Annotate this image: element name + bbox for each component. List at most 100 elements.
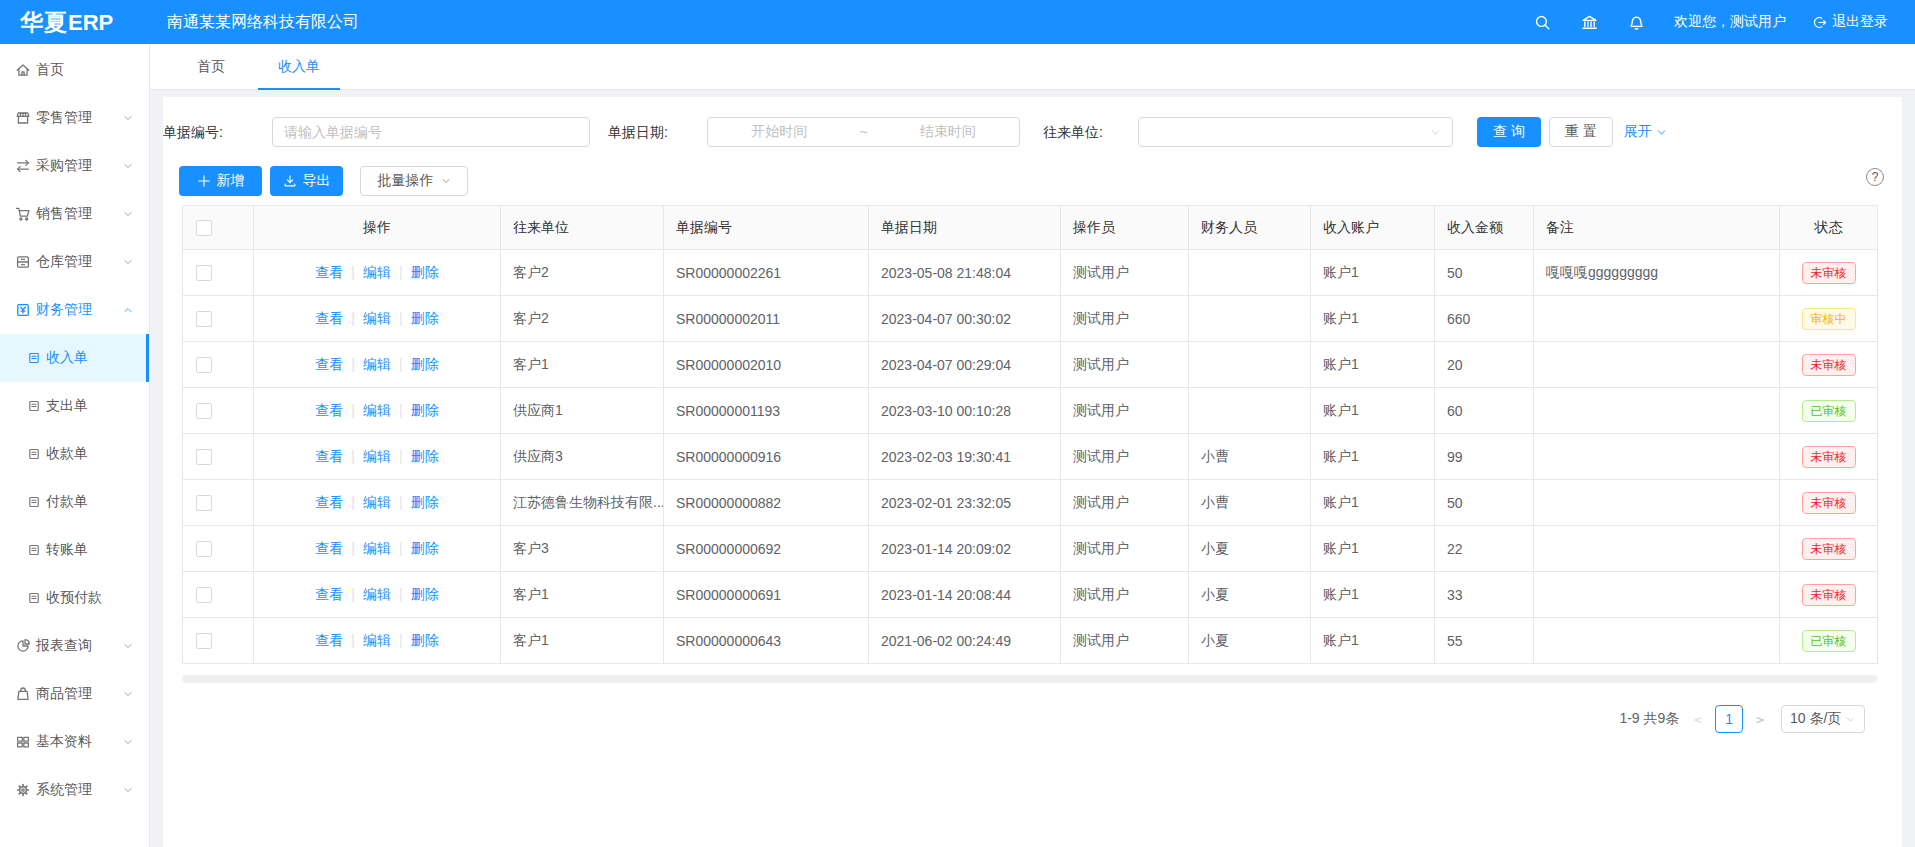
tab-home[interactable]: 首页 (177, 44, 245, 89)
sidebar-item-transfer-bill[interactable]: 转账单 (0, 526, 149, 574)
date-start-placeholder: 开始时间 (708, 123, 851, 141)
row-checkbox[interactable] (196, 265, 212, 281)
tab-income-bill[interactable]: 收入单 (258, 44, 340, 89)
welcome-text: 欢迎您，测试用户 (1674, 13, 1786, 31)
date-range-picker[interactable]: 开始时间 ~ 结束时间 (707, 117, 1020, 147)
edit-link[interactable]: 编辑 (363, 402, 391, 418)
row-checkbox[interactable] (196, 449, 212, 465)
sidebar-item-system[interactable]: 系统管理 (0, 766, 149, 814)
prev-page-button[interactable]: < (1689, 712, 1707, 727)
batch-actions-button[interactable]: 批量操作 (360, 166, 468, 196)
delete-link[interactable]: 删除 (411, 448, 439, 464)
bill-date-label: 单据日期: (608, 117, 668, 147)
bill-number-input[interactable] (272, 117, 590, 147)
chevron-down-icon (123, 641, 133, 651)
delete-link[interactable]: 删除 (411, 540, 439, 556)
horizontal-scrollbar[interactable] (182, 675, 1877, 683)
sidebar-item-sales[interactable]: 销售管理 (0, 190, 149, 238)
action-separator: | (399, 264, 403, 280)
delete-link[interactable]: 删除 (411, 264, 439, 280)
view-link[interactable]: 查看 (315, 356, 343, 372)
edit-link[interactable]: 编辑 (363, 310, 391, 326)
row-checkbox[interactable] (196, 587, 212, 603)
edit-link[interactable]: 编辑 (363, 540, 391, 556)
view-link[interactable]: 查看 (315, 586, 343, 602)
edit-link[interactable]: 编辑 (363, 264, 391, 280)
edit-link[interactable]: 编辑 (363, 586, 391, 602)
next-page-button[interactable]: > (1751, 712, 1769, 727)
operator-cell: 测试用户 (1061, 480, 1189, 526)
table-row: 查看|编辑|删除客户2SR000000022612023-05-08 21:48… (183, 250, 1878, 296)
pagination-total: 1-9 共9条 (1619, 710, 1679, 728)
delete-link[interactable]: 删除 (411, 586, 439, 602)
sidebar-item-retail[interactable]: 零售管理 (0, 94, 149, 142)
unit-select[interactable] (1138, 117, 1453, 147)
select-all-checkbox[interactable] (196, 220, 212, 236)
sidebar-item-receipt-bill[interactable]: 收款单 (0, 430, 149, 478)
edit-link[interactable]: 编辑 (363, 356, 391, 372)
sidebar-item-expense-bill[interactable]: 支出单 (0, 382, 149, 430)
app-logo[interactable]: 华夏 ERP (0, 7, 150, 38)
bill-number-cell: SR00000001193 (664, 388, 869, 434)
view-link[interactable]: 查看 (315, 540, 343, 556)
reset-button[interactable]: 重 置 (1549, 117, 1613, 147)
delete-link[interactable]: 删除 (411, 494, 439, 510)
status-cell: 已审核 (1780, 618, 1878, 664)
bill-date-cell: 2023-02-01 23:32:05 (869, 480, 1061, 526)
view-link[interactable]: 查看 (315, 402, 343, 418)
sidebar-item-finance[interactable]: 财务管理 (0, 286, 149, 334)
view-link[interactable]: 查看 (315, 310, 343, 326)
help-icon[interactable]: ? (1866, 168, 1884, 186)
column-header: 操作员 (1061, 206, 1189, 250)
sidebar-item-label: 系统管理 (36, 781, 92, 799)
sidebar-item-home[interactable]: 首页 (0, 46, 149, 94)
action-separator: | (351, 448, 355, 464)
page-size-select[interactable]: 10 条/页 (1781, 705, 1865, 733)
expand-link[interactable]: 展开 (1624, 117, 1667, 147)
finance-cell: 小曹 (1189, 434, 1311, 480)
logout-button[interactable]: 退出登录 (1812, 13, 1888, 31)
view-link[interactable]: 查看 (315, 494, 343, 510)
row-checkbox[interactable] (196, 357, 212, 373)
delete-link[interactable]: 删除 (411, 310, 439, 326)
bell-icon[interactable] (1628, 14, 1645, 31)
sidebar-item-warehouse[interactable]: 仓库管理 (0, 238, 149, 286)
amount-cell: 55 (1435, 618, 1534, 664)
add-button[interactable]: 新增 (179, 166, 262, 196)
sidebar-item-label: 采购管理 (36, 157, 92, 175)
row-checkbox[interactable] (196, 495, 212, 511)
edit-link[interactable]: 编辑 (363, 632, 391, 648)
export-button[interactable]: 导出 (270, 166, 343, 196)
remark-cell (1534, 296, 1780, 342)
edit-link[interactable]: 编辑 (363, 494, 391, 510)
chevron-down-icon (123, 161, 133, 171)
row-checkbox[interactable] (196, 541, 212, 557)
sidebar-item-purchase[interactable]: 采购管理 (0, 142, 149, 190)
sidebar-item-income-bill[interactable]: 收入单 (0, 334, 149, 382)
view-link[interactable]: 查看 (315, 448, 343, 464)
sidebar-item-advance-bill[interactable]: 收预付款 (0, 574, 149, 622)
bank-icon[interactable] (1581, 14, 1598, 31)
sidebar-item-basic-data[interactable]: 基本资料 (0, 718, 149, 766)
page-1-button[interactable]: 1 (1715, 705, 1743, 733)
search-button[interactable]: 查 询 (1477, 117, 1541, 147)
status-cell: 未审核 (1780, 342, 1878, 388)
view-link[interactable]: 查看 (315, 632, 343, 648)
row-checkbox[interactable] (196, 311, 212, 327)
row-checkbox[interactable] (196, 633, 212, 649)
cart-icon (15, 206, 31, 222)
date-separator: ~ (851, 124, 877, 140)
sidebar-item-goods[interactable]: 商品管理 (0, 670, 149, 718)
status-badge: 未审核 (1802, 354, 1856, 376)
sidebar-item-payment-bill[interactable]: 付款单 (0, 478, 149, 526)
delete-link[interactable]: 删除 (411, 356, 439, 372)
delete-link[interactable]: 删除 (411, 402, 439, 418)
view-link[interactable]: 查看 (315, 264, 343, 280)
row-actions-cell: 查看|编辑|删除 (254, 342, 501, 388)
sidebar-item-reports[interactable]: 报表查询 (0, 622, 149, 670)
delete-link[interactable]: 删除 (411, 632, 439, 648)
row-checkbox[interactable] (196, 403, 212, 419)
search-icon[interactable] (1534, 14, 1551, 31)
edit-link[interactable]: 编辑 (363, 448, 391, 464)
sidebar-item-label: 基本资料 (36, 733, 92, 751)
